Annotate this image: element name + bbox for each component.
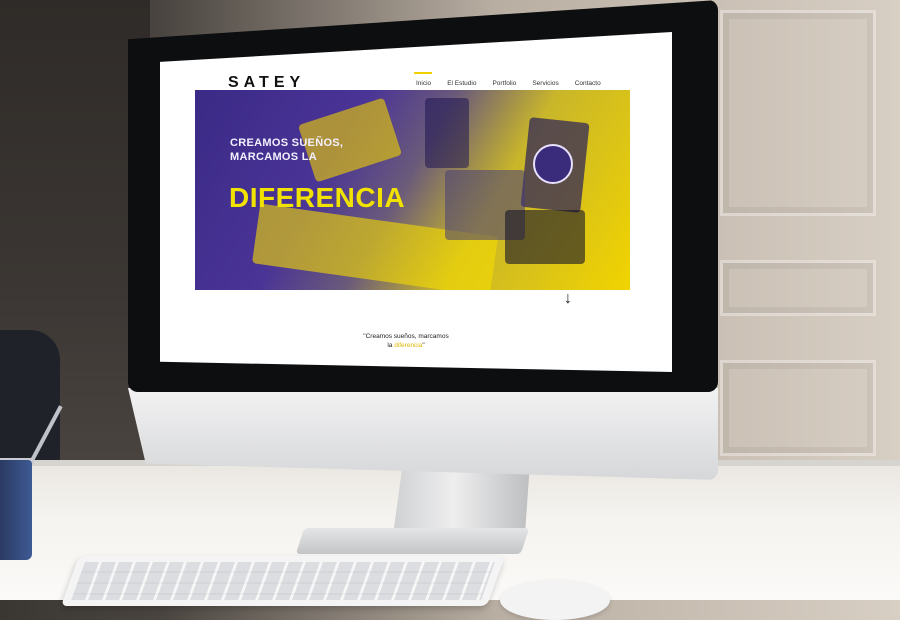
pencil-cup — [0, 460, 32, 560]
quote-text: "Creamos sueños, marcamos la diferencia" — [356, 332, 456, 350]
nav-portfolio[interactable]: Portfolio — [492, 72, 516, 87]
quote-end: " — [422, 342, 425, 349]
nav-el-estudio[interactable]: El Estudio — [447, 72, 476, 87]
coffee-label — [533, 144, 573, 184]
wall-panel — [720, 260, 876, 316]
monitor-base — [295, 528, 530, 554]
hero-banner: CREAMOS SUEÑOS, MARCAMOS LA DIFERENCIA — [195, 90, 630, 290]
hero-line-2: MARCAMOS LA — [230, 151, 318, 163]
hero-subtitle: CREAMOS SUEÑOS, MARCAMOS LA — [230, 136, 343, 164]
nav-inicio[interactable]: Inicio — [413, 72, 433, 87]
pencil-holder — [425, 98, 469, 168]
wall-panel — [720, 10, 876, 216]
keyboard — [60, 556, 506, 606]
hero-headline: DIFERENCIA — [229, 182, 406, 213]
keyboard-keys — [71, 562, 495, 600]
nav-contacto[interactable]: Contacto — [575, 72, 601, 87]
main-nav: Inicio El Estudio Portfolio Servicios Co… — [413, 72, 601, 87]
hero-line-1: CREAMOS SUEÑOS, — [230, 137, 344, 149]
mouse — [500, 580, 610, 620]
down-arrow-icon[interactable]: ↓ — [564, 290, 572, 308]
monitor-screen: SATEY IMAGEMENT ARTIST Inicio El Estudio… — [160, 32, 672, 372]
nav-servicios[interactable]: Servicios — [532, 72, 558, 87]
quote-highlight: diferencia — [394, 342, 423, 349]
wall-panel — [720, 360, 876, 456]
quote-part-1: "Creamos sueños, marcamos — [363, 333, 449, 340]
coffee-mug — [505, 210, 585, 264]
